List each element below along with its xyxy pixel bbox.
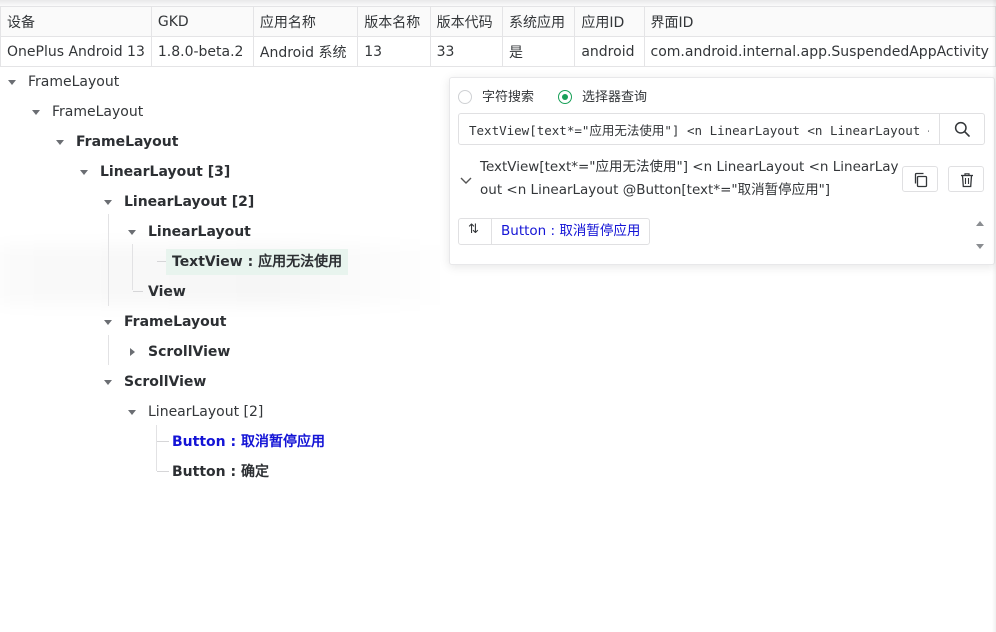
node-label: LinearLayout [2] [148,404,264,420]
chevron-down-icon[interactable] [104,200,112,205]
node-label: ScrollView [148,344,231,360]
node-label: LinearLayout [2] [124,194,255,210]
chevron-down-icon[interactable] [104,380,112,385]
tree-node-framelayout-root[interactable]: FrameLayout [0,67,300,97]
node-label: View [148,284,186,300]
chevron-down-icon[interactable] [128,410,136,415]
selector-search-panel: 字符搜索 选择器查询 TextView[text*="应用无法使用"] <n L… [449,77,995,265]
radio-label: 字符搜索 [482,90,535,105]
result-scrollbar[interactable] [974,218,986,254]
chevron-down-icon[interactable] [32,110,40,115]
chevron-down-icon[interactable] [104,320,112,325]
cell-app-id: android [574,36,645,67]
cell-version-name: 13 [357,36,431,67]
swap-icon: ⇅ [468,222,479,237]
cell-device: OnePlus Android 13 [0,36,152,67]
tree-node-linearlayout-3[interactable]: LinearLayout [3] [0,157,300,187]
node-label: FrameLayout [76,134,179,150]
window-edge-shadow [992,0,996,632]
header-gkd: GKD [150,6,254,37]
search-icon [954,121,970,137]
tree-node-button-ok[interactable]: Button : 确定 [0,457,300,487]
tree-node-linearlayout-buttons[interactable]: LinearLayout [2] [0,397,300,427]
node-label: Button : 确定 [172,464,269,480]
cell-gkd: 1.8.0-beta.2 [150,36,254,67]
chevron-down-icon[interactable] [128,230,136,235]
radio-circle[interactable] [458,90,472,104]
scroll-up-icon[interactable] [976,221,984,226]
query-input[interactable] [459,114,939,144]
radio-circle-checked[interactable] [558,90,572,104]
radio-label: 选择器查询 [582,90,648,105]
query-result-text: TextView[text*="应用无法使用"] <n LinearLayout… [480,159,899,198]
chevron-down-icon[interactable] [80,170,88,175]
table-header-row: 设备 GKD 应用名称 版本名称 版本代码 系统应用 应用ID 界面ID [0,6,996,37]
device-info-table: 设备 GKD 应用名称 版本名称 版本代码 系统应用 应用ID 界面ID One… [0,6,996,67]
chevron-down-icon[interactable] [8,80,16,85]
node-label: FrameLayout [124,314,227,330]
tree-node-framelayout-3[interactable]: FrameLayout [0,307,300,337]
table-row: OnePlus Android 13 1.8.0-beta.2 Android … [0,36,996,67]
cell-version-code: 33 [429,36,503,67]
query-box [458,113,985,145]
tree-node-view[interactable]: View [0,277,300,307]
cell-app-name: Android 系统 [252,36,359,67]
chevron-down-icon[interactable] [459,175,473,185]
node-label: ScrollView [124,374,207,390]
header-activity-id: 界面ID [643,6,996,37]
delete-button[interactable] [948,166,984,192]
header-system-app: 系统应用 [501,6,576,37]
node-label-selected: TextView : 应用无法使用 [166,249,349,275]
chevron-down-icon[interactable] [56,140,64,145]
tree-node-linearlayout[interactable]: LinearLayout [0,217,300,247]
node-label: LinearLayout [148,224,251,240]
header-version-code: 版本代码 [429,6,503,37]
node-label: LinearLayout [3] [100,164,231,180]
match-result-chip[interactable]: ⇅ Button : 取消暂停应用 [458,218,651,245]
header-device: 设备 [0,6,152,37]
chevron-right-icon[interactable] [130,348,135,356]
scroll-down-icon[interactable] [976,244,984,249]
header-version-name: 版本名称 [357,6,431,37]
node-label: FrameLayout [28,74,120,90]
node-label: FrameLayout [52,104,144,120]
tree-node-textview-selected[interactable]: TextView : 应用无法使用 [0,247,349,277]
cell-system-app: 是 [501,36,576,67]
tree-node-framelayout-2[interactable]: FrameLayout [0,127,300,157]
tree-node-linearlayout-2[interactable]: LinearLayout [2] [0,187,300,217]
copy-icon [914,172,928,188]
tree-node-framelayout-1[interactable]: FrameLayout [0,97,300,127]
tree-node-scrollview-collapsed[interactable]: ScrollView [0,337,300,367]
match-result-label[interactable]: Button : 取消暂停应用 [492,219,649,244]
trash-icon [961,173,973,188]
cell-activity-id: com.android.internal.app.SuspendedAppAct… [643,36,996,67]
header-app-name: 应用名称 [252,6,359,37]
tree-node-button-cancel-suspend[interactable]: Button : 取消暂停应用 [0,427,340,457]
copy-button[interactable] [902,166,938,192]
tree-node-scrollview[interactable]: ScrollView [0,367,300,397]
swap-button[interactable]: ⇅ [459,219,492,244]
search-button[interactable] [939,114,984,144]
header-app-id: 应用ID [574,6,645,37]
node-label-matched: Button : 取消暂停应用 [172,434,325,450]
